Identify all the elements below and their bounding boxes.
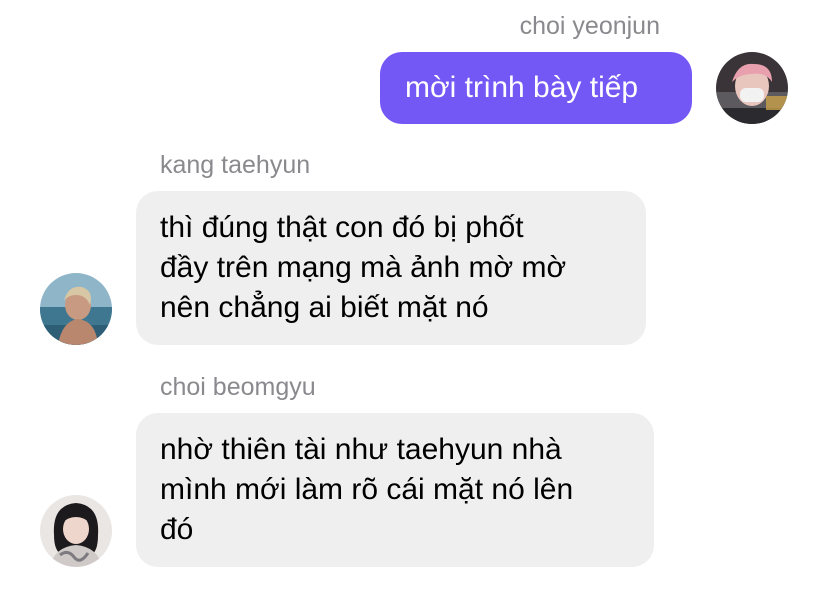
message-text-line: nhờ thiên tài như taehyun nhà	[160, 433, 562, 466]
message-text-line: nên chẳng ai biết mặt nó	[160, 291, 489, 324]
message-text: mời trình bày tiếp	[405, 71, 639, 104]
sender-name-yeonjun: choi yeonjun	[519, 12, 660, 40]
message-text-line: đó	[160, 513, 194, 546]
avatar-taehyun[interactable]	[40, 273, 112, 345]
message-bubble-incoming[interactable]: thì đúng thật con đó bị phốt đầy trên mạ…	[136, 191, 646, 345]
avatar-beomgyu[interactable]	[40, 495, 112, 567]
message-text-line: thì đúng thật con đó bị phốt	[160, 211, 524, 244]
avatar-yeonjun[interactable]	[716, 52, 788, 124]
sender-name-taehyun: kang taehyun	[160, 151, 311, 179]
sender-name-beomgyu: choi beomgyu	[160, 373, 316, 401]
message-bubble-incoming[interactable]: nhờ thiên tài như taehyun nhà mình mới l…	[136, 413, 654, 567]
message-text-line: mình mới làm rõ cái mặt nó lên	[160, 473, 574, 506]
message-bubble-outgoing[interactable]: mời trình bày tiếp	[380, 52, 692, 124]
avatar-yeonjun-image	[716, 52, 788, 124]
avatar-beomgyu-image	[40, 495, 112, 567]
message-text-line: đầy trên mạng mà ảnh mờ mờ	[160, 251, 567, 284]
avatar-taehyun-image	[40, 273, 112, 345]
